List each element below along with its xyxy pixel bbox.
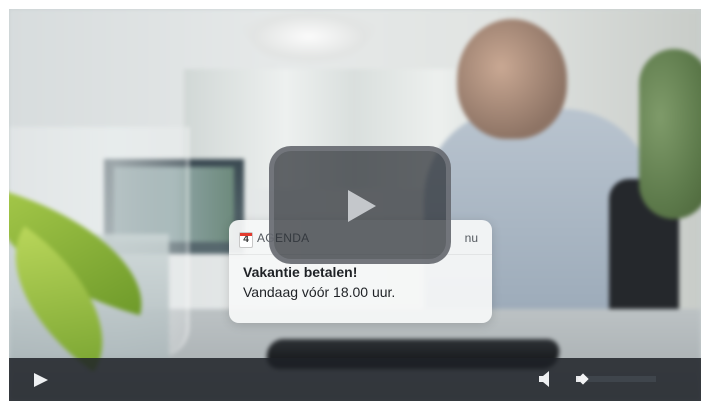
play-icon	[348, 190, 376, 222]
control-bar	[9, 358, 701, 401]
play-icon	[34, 373, 48, 387]
speaker-icon	[539, 371, 549, 387]
notification-time: nu	[464, 231, 478, 245]
video-player[interactable]: 4 AGENDA nu Vakantie betalen! Vandaag vó…	[9, 9, 701, 401]
notification-body: Vandaag vóór 18.00 uur.	[243, 284, 396, 300]
volume-slider[interactable]	[576, 373, 656, 385]
play-button[interactable]	[31, 370, 51, 390]
big-play-button[interactable]	[269, 146, 451, 264]
calendar-icon-day: 4	[243, 234, 249, 245]
notification-title: Vakantie betalen!	[243, 264, 358, 280]
calendar-icon: 4	[239, 232, 253, 248]
mute-button[interactable]	[537, 369, 555, 389]
